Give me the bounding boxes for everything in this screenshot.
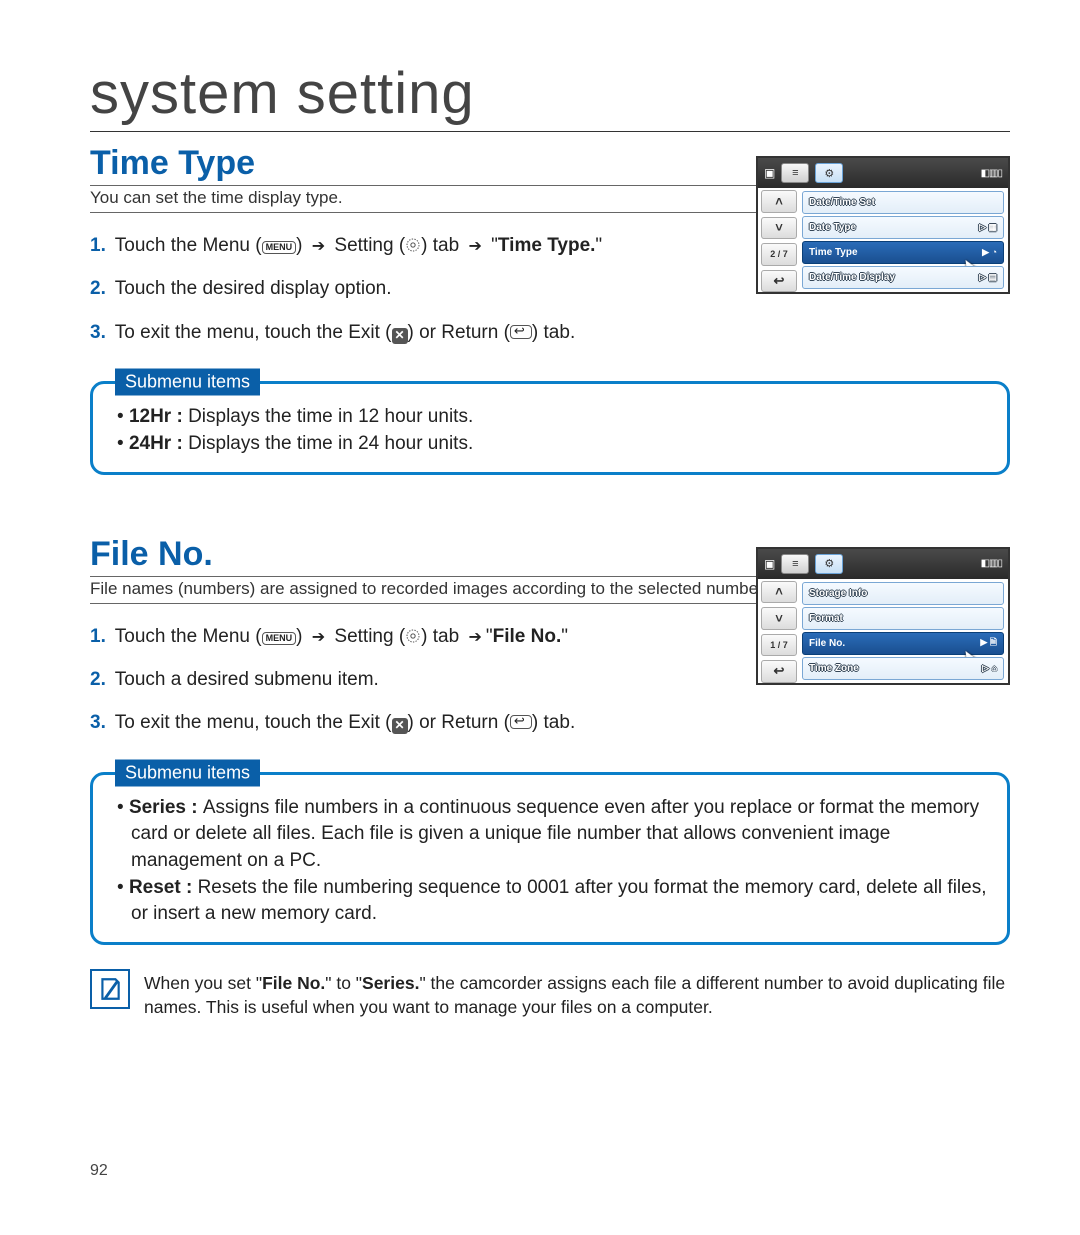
- play-icon: ▶ ◔: [982, 247, 997, 258]
- text: ): [296, 626, 308, 647]
- target: File No.: [493, 626, 562, 647]
- step-3: 3. To exit the menu, touch the Exit (✕) …: [90, 318, 690, 347]
- settings-tab[interactable]: ⚙: [815, 554, 843, 574]
- down-button[interactable]: ˅: [761, 607, 797, 630]
- text: Touch the desired display option.: [115, 278, 392, 299]
- text: ): [296, 235, 308, 256]
- menu-row[interactable]: Date/Time Set: [802, 191, 1004, 214]
- camcorder-icon: ▣: [764, 557, 775, 571]
- submenu-item: Series : Assigns file numbers in a conti…: [117, 795, 987, 875]
- steps-list: 1. Touch the Menu (MENU) ➔ Setting () ta…: [90, 231, 690, 347]
- up-button[interactable]: ˄: [761, 190, 797, 213]
- lcd-screenshot: ▣ ≡ ⚙ ◧▥▯ ˄ ˅ 2 / 7 ↩ Date/Time Set Date…: [756, 156, 1010, 294]
- text: To exit the menu, touch the Exit (: [115, 322, 392, 343]
- page-indicator: 1 / 7: [761, 634, 797, 657]
- play-icon: ▷ ⌂: [982, 663, 997, 674]
- menu-row[interactable]: Date/Time Display▷ ▤: [802, 266, 1004, 289]
- page-indicator: 2 / 7: [761, 243, 797, 266]
- lcd-menu: Storage Info Format File No.▶ 🗎 Time Zon…: [800, 579, 1008, 685]
- text: Setting (: [329, 235, 405, 256]
- battery-icon: ◧▥▯: [981, 558, 1002, 569]
- menu-icon: MENU: [262, 632, 297, 645]
- play-icon: ▷ ▤: [979, 272, 997, 283]
- menu-row-selected[interactable]: Time Type▶ ◔: [802, 241, 1004, 264]
- submenu-item: 24Hr : Displays the time in 24 hour unit…: [117, 431, 987, 458]
- gear-icon: [405, 628, 421, 644]
- text: ": [561, 626, 568, 647]
- lcd-topbar: ▣ ≡ ⚙ ◧▥▯: [758, 549, 1008, 579]
- text: ) tab.: [532, 322, 575, 343]
- target: Time Type.: [498, 235, 596, 256]
- list-tab[interactable]: ≡: [781, 554, 809, 574]
- return-icon: [510, 715, 532, 729]
- text: ": [486, 235, 498, 256]
- lcd-menu: Date/Time Set Date Type▷ ▦ Time Type▶ ◔ …: [800, 188, 1008, 294]
- play-icon: ▷ ▦: [979, 222, 997, 233]
- arrow-icon: ➔: [312, 235, 325, 260]
- close-icon: ✕: [392, 718, 408, 734]
- submenu-item: Reset : Resets the file numbering sequen…: [117, 875, 987, 928]
- menu-row-selected[interactable]: File No.▶ 🗎: [802, 632, 1004, 655]
- step-1: 1. Touch the Menu (MENU) ➔ Setting () ta…: [90, 231, 690, 260]
- settings-tab[interactable]: ⚙: [815, 163, 843, 183]
- submenu-label: Submenu items: [115, 369, 260, 396]
- step-1: 1. Touch the Menu (MENU) ➔ Setting () ta…: [90, 622, 690, 651]
- up-button[interactable]: ˄: [761, 581, 797, 604]
- close-icon: ✕: [392, 328, 408, 344]
- text: ) tab: [421, 235, 464, 256]
- text: To exit the menu, touch the Exit (: [115, 712, 392, 733]
- note-icon: [90, 969, 130, 1009]
- section-time-type: Time Type You can set the time display t…: [90, 144, 1010, 475]
- text: ": [595, 235, 602, 256]
- arrow-icon: ➔: [468, 626, 481, 651]
- text: ": [486, 626, 493, 647]
- lcd-side-nav: ˄ ˅ 1 / 7 ↩: [758, 579, 800, 685]
- return-icon: [510, 325, 532, 339]
- text: Touch the Menu (: [115, 626, 262, 647]
- menu-icon: MENU: [262, 241, 297, 254]
- play-icon: ▶ 🗎: [980, 635, 997, 651]
- submenu-item: 12Hr : Displays the time in 12 hour unit…: [117, 404, 987, 431]
- submenu-box: Submenu items 12Hr : Displays the time i…: [90, 381, 1010, 474]
- back-button[interactable]: ↩: [761, 270, 797, 293]
- menu-row[interactable]: Date Type▷ ▦: [802, 216, 1004, 239]
- text: Touch the Menu (: [115, 235, 262, 256]
- submenu-label: Submenu items: [115, 759, 260, 786]
- menu-row[interactable]: Storage Info: [802, 582, 1004, 605]
- text: Setting (: [329, 626, 405, 647]
- battery-icon: ◧▥▯: [981, 168, 1002, 179]
- lcd-screenshot: ▣ ≡ ⚙ ◧▥▯ ˄ ˅ 1 / 7 ↩ Storage Info Forma…: [756, 547, 1010, 685]
- text: ) or Return (: [408, 712, 510, 733]
- page-title: system setting: [90, 60, 1010, 132]
- text: ) or Return (: [408, 322, 510, 343]
- gear-icon: [405, 237, 421, 253]
- text: Touch a desired submenu item.: [115, 669, 379, 690]
- menu-row[interactable]: Time Zone▷ ⌂: [802, 657, 1004, 680]
- list-tab[interactable]: ≡: [781, 163, 809, 183]
- arrow-icon: ➔: [312, 626, 325, 651]
- submenu-box: Submenu items Series : Assigns file numb…: [90, 772, 1010, 945]
- steps-list: 1. Touch the Menu (MENU) ➔ Setting () ta…: [90, 622, 690, 738]
- text: ) tab.: [532, 712, 575, 733]
- step-2: 2. Touch a desired submenu item.: [90, 665, 690, 694]
- step-3: 3. To exit the menu, touch the Exit (✕) …: [90, 708, 690, 737]
- note: When you set "File No." to "Series." the…: [90, 969, 1010, 1020]
- camcorder-icon: ▣: [764, 166, 775, 180]
- note-text: When you set "File No." to "Series." the…: [144, 969, 1010, 1020]
- section-file-no: File No. File names (numbers) are assign…: [90, 535, 1010, 1020]
- lcd-topbar: ▣ ≡ ⚙ ◧▥▯: [758, 158, 1008, 188]
- lcd-side-nav: ˄ ˅ 2 / 7 ↩: [758, 188, 800, 294]
- text: ) tab: [421, 626, 464, 647]
- page-number: 92: [90, 1162, 108, 1180]
- step-2: 2. Touch the desired display option.: [90, 274, 690, 303]
- back-button[interactable]: ↩: [761, 660, 797, 683]
- arrow-icon: ➔: [468, 235, 481, 260]
- down-button[interactable]: ˅: [761, 217, 797, 240]
- menu-row[interactable]: Format: [802, 607, 1004, 630]
